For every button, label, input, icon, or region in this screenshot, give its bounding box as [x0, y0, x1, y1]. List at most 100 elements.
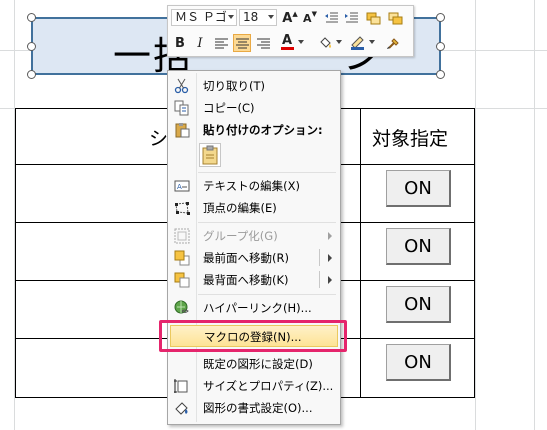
table-col-divider [360, 109, 361, 397]
font-color-button[interactable]: A [278, 33, 296, 51]
split-divider [319, 271, 320, 288]
menu-item-copy[interactable]: コピー(C) [170, 97, 338, 119]
font-color-swatch [280, 47, 294, 50]
align-right-icon [256, 38, 270, 48]
menu-item-label: 頂点の編集(E) [203, 201, 277, 215]
menu-separator [198, 222, 336, 223]
shape-fill-button[interactable] [364, 9, 382, 27]
resize-handle-se[interactable] [436, 70, 445, 79]
bold-button[interactable]: B [171, 34, 189, 52]
copy-icon [174, 100, 189, 116]
context-menu: 切り取り(T) コピー(C) 貼り付けのオプション: A テキストの編集(X) … [167, 70, 341, 425]
fill-color-button[interactable] [316, 34, 334, 52]
shape-style-icon [366, 12, 380, 24]
menu-item-edit-text[interactable]: A テキストの編集(X) [170, 175, 338, 197]
align-center-button[interactable] [233, 34, 251, 52]
menu-item-send-back[interactable]: 最背面へ移動(K) [170, 269, 338, 291]
resize-handle-w[interactable] [27, 42, 36, 51]
grow-font-icon: A [282, 10, 293, 26]
scissors-icon [174, 78, 189, 94]
chevron-down-icon [228, 15, 234, 19]
menu-item-format-shape[interactable]: 図形の書式設定(O)... [170, 397, 338, 419]
resize-handle-nw[interactable] [27, 13, 36, 22]
menu-item-paste-options: 貼り付けのオプション: [170, 119, 338, 141]
menu-item-bring-front[interactable]: 最前面へ移動(R) [170, 247, 338, 269]
grid-col-line [475, 0, 476, 430]
font-color-icon: A [281, 33, 293, 48]
on-button-row-3[interactable]: ON [386, 286, 451, 323]
header-target-column: 対象指定 [372, 128, 449, 150]
resize-handle-sw[interactable] [27, 70, 36, 79]
on-button-row-1[interactable]: ON [386, 170, 451, 207]
menu-item-hyperlink[interactable]: ハイパーリンク(H)... [170, 297, 338, 319]
align-center-icon [235, 38, 249, 48]
menu-separator [198, 294, 336, 295]
paste-option-button[interactable] [199, 143, 221, 167]
grow-font-button[interactable]: A ▲ [281, 9, 299, 27]
paste-clipboard-icon [202, 145, 218, 165]
split-divider [319, 249, 320, 266]
increase-indent-icon [345, 12, 358, 23]
italic-button[interactable]: I [191, 34, 209, 52]
font-name-value: ＭＳ Ｐゴ [175, 10, 227, 24]
format-painter-icon [386, 37, 399, 49]
header-shape-column: シ [149, 128, 169, 150]
align-left-button[interactable] [212, 34, 230, 52]
menu-item-label: 切り取り(T) [203, 79, 265, 93]
menu-item-label: コピー(C) [203, 101, 255, 115]
shape-outline-icon [388, 12, 402, 24]
edit-points-icon [175, 202, 190, 215]
menu-item-label: 既定の図形に設定(D) [203, 357, 313, 371]
submenu-arrow-icon[interactable] [328, 254, 332, 262]
paste-icon [175, 123, 190, 138]
menu-item-label: グループ化(G) [203, 229, 278, 243]
font-size-value: 18 [243, 10, 259, 24]
resize-handle-ne[interactable] [436, 13, 445, 22]
menu-item-set-default-shape[interactable]: 既定の図形に設定(D) [170, 353, 338, 375]
menu-item-label: 貼り付けのオプション: [203, 123, 323, 137]
mini-toolbar: ＭＳ Ｐゴ 18 A ▲ A ▼ B I A [167, 5, 414, 57]
submenu-arrow-icon[interactable] [328, 276, 332, 284]
shrink-font-icon: A [303, 11, 312, 25]
align-left-icon [214, 38, 228, 48]
menu-item-label: 最前面へ移動(R) [203, 251, 289, 265]
on-button-row-4[interactable]: ON [386, 344, 451, 381]
grid-col-line [534, 0, 535, 430]
resize-handle-e[interactable] [436, 42, 445, 51]
shrink-font-button[interactable]: A ▼ [301, 9, 319, 27]
svg-text:A: A [177, 183, 182, 191]
menu-item-label: 図形の書式設定(O)... [203, 401, 313, 415]
on-button-row-2[interactable]: ON [386, 228, 451, 265]
highlight-annotation-box [159, 320, 347, 352]
menu-item-group: グループ化(G) [170, 225, 338, 247]
font-size-box[interactable]: 18 [239, 9, 277, 26]
format-painter-button[interactable] [384, 34, 402, 52]
bring-front-icon [174, 250, 190, 266]
menu-item-label: ハイパーリンク(H)... [203, 301, 312, 315]
paint-bucket-icon [319, 37, 331, 48]
menu-item-label: サイズとプロパティ(Z)... [203, 379, 334, 393]
font-name-box[interactable]: ＭＳ Ｐゴ [171, 9, 237, 26]
shape-outline-button[interactable] [386, 9, 404, 27]
edit-text-icon: A [174, 180, 190, 192]
pencil-icon [350, 36, 364, 50]
size-properties-icon [174, 379, 188, 393]
decrease-indent-button[interactable] [323, 9, 341, 27]
menu-item-cut[interactable]: 切り取り(T) [170, 75, 338, 97]
format-shape-icon [175, 402, 188, 415]
align-right-button[interactable] [254, 34, 272, 52]
menu-item-size-properties[interactable]: サイズとプロパティ(Z)... [170, 375, 338, 397]
group-icon [174, 228, 190, 244]
menu-separator [198, 172, 336, 173]
chevron-down-icon[interactable] [369, 40, 375, 44]
outline-color-button[interactable] [348, 34, 366, 52]
chevron-down-icon[interactable] [336, 40, 342, 44]
chevron-down-icon [268, 15, 274, 19]
menu-item-label: 最背面へ移動(K) [203, 273, 289, 287]
increase-indent-button[interactable] [343, 9, 361, 27]
menu-item-edit-points[interactable]: 頂点の編集(E) [170, 197, 338, 219]
chevron-down-icon[interactable] [298, 40, 304, 44]
submenu-arrow-icon [328, 232, 332, 240]
menu-item-label: テキストの編集(X) [203, 179, 301, 193]
send-back-icon [174, 272, 190, 288]
